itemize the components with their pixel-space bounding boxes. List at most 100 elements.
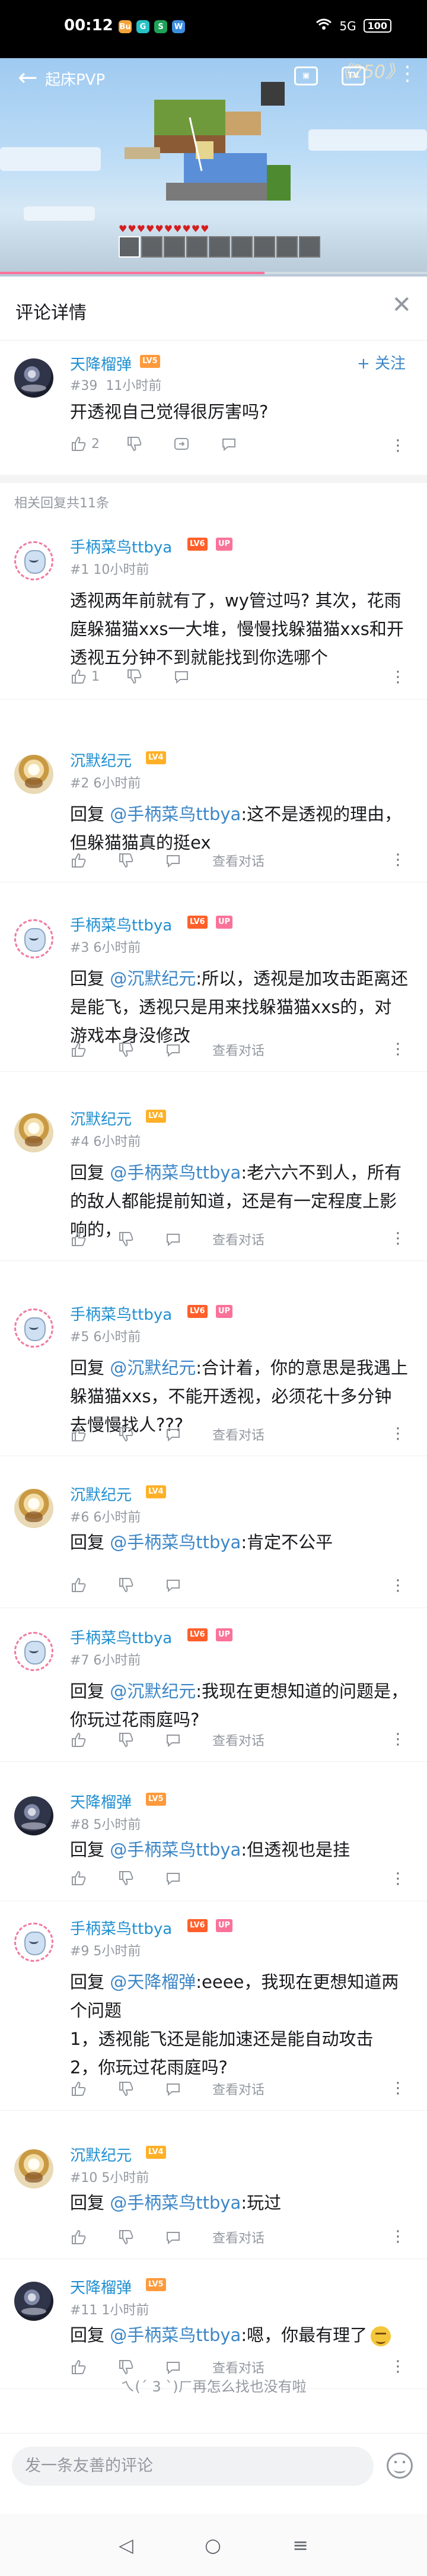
video-player[interactable]: ← 起床PVP 《250》 ▣ TV ⋮ ♥♥♥♥♥♥♥♥♥♥	[0, 58, 427, 277]
like-button[interactable]	[70, 1870, 91, 1886]
reply-button[interactable]	[165, 2229, 186, 2245]
avatar[interactable]	[14, 1113, 53, 1152]
view-conversation-link[interactable]: 查看对话	[212, 2228, 265, 2247]
share-button[interactable]	[173, 436, 195, 452]
dislike-button[interactable]	[117, 2359, 139, 2375]
dislike-button[interactable]	[117, 1426, 139, 1443]
more-options-icon[interactable]: ⋮	[390, 2359, 406, 2374]
video-progress-bar[interactable]	[0, 272, 427, 274]
mention-link[interactable]: @天降榴弹	[110, 1972, 196, 1992]
emoji-icon[interactable]	[387, 2453, 413, 2479]
mention-link[interactable]: @手柄菜鸟ttbya	[110, 1162, 241, 1183]
mention-link[interactable]: @手柄菜鸟ttbya	[110, 2325, 241, 2345]
username[interactable]: 手柄菜鸟ttbya	[70, 1303, 172, 1324]
more-options-icon[interactable]: ⋮	[390, 2081, 406, 2096]
more-options-icon[interactable]: ⋮	[390, 1732, 406, 1747]
view-conversation-link[interactable]: 查看对话	[212, 1425, 265, 1444]
username[interactable]: 天降榴弹	[70, 1790, 132, 1812]
like-button[interactable]	[70, 852, 91, 869]
dislike-button[interactable]	[117, 1041, 139, 1058]
home-nav-icon[interactable]: ○	[205, 2534, 221, 2556]
view-conversation-link[interactable]: 查看对话	[212, 1040, 265, 1059]
reply-button[interactable]	[221, 436, 242, 452]
like-button[interactable]	[70, 1732, 91, 1748]
back-nav-icon[interactable]: ◁	[119, 2534, 133, 2556]
like-button[interactable]	[70, 2081, 91, 2097]
dislike-button[interactable]	[117, 1231, 139, 1247]
avatar[interactable]	[14, 2149, 53, 2189]
like-button[interactable]	[70, 1041, 91, 1058]
username[interactable]: 手柄菜鸟ttbya	[70, 1626, 172, 1648]
more-options-icon[interactable]: ⋮	[390, 1231, 406, 1246]
username[interactable]: 沉默纪元	[70, 1107, 132, 1129]
reply-button[interactable]	[165, 1231, 186, 1247]
mention-link[interactable]: @沉默纪元	[110, 1358, 196, 1378]
tv-cast-icon[interactable]: TV	[342, 66, 365, 85]
reply-button[interactable]	[165, 1732, 186, 1748]
more-options-icon[interactable]: ⋮	[390, 2229, 406, 2244]
like-button[interactable]: 1	[70, 668, 100, 685]
username[interactable]: 手柄菜鸟ttbya	[70, 913, 172, 935]
like-button[interactable]	[70, 1577, 91, 1593]
username[interactable]: 沉默纪元	[70, 749, 132, 771]
comment-input[interactable]: 发一条友善的评论	[12, 2447, 374, 2486]
username[interactable]: 沉默纪元	[70, 1483, 132, 1505]
mention-link[interactable]: @手柄菜鸟ttbya	[110, 804, 241, 824]
reply-button[interactable]	[165, 1577, 186, 1593]
reply-button[interactable]	[165, 1426, 186, 1443]
mention-link[interactable]: @沉默纪元	[110, 968, 196, 989]
view-conversation-link[interactable]: 查看对话	[212, 2079, 265, 2098]
mention-link[interactable]: @手柄菜鸟ttbya	[110, 2193, 241, 2213]
close-icon[interactable]: ✕	[391, 293, 412, 317]
mention-link[interactable]: @手柄菜鸟ttbya	[110, 1840, 241, 1860]
recents-nav-icon[interactable]: ≡	[292, 2534, 308, 2556]
username[interactable]: 手柄菜鸟ttbya	[70, 535, 172, 557]
mention-link[interactable]: @沉默纪元	[110, 1681, 196, 1701]
reply-button[interactable]	[165, 2359, 186, 2375]
reply-button[interactable]	[165, 852, 186, 869]
view-conversation-link[interactable]: 查看对话	[212, 2358, 265, 2377]
dislike-button[interactable]	[117, 2081, 139, 2097]
avatar[interactable]	[14, 541, 53, 580]
username[interactable]: 沉默纪元	[70, 2143, 132, 2165]
like-button[interactable]	[70, 2359, 91, 2375]
more-options-icon[interactable]: ⋮	[390, 1871, 406, 1886]
more-options-icon[interactable]: ⋮	[390, 1426, 406, 1441]
more-options-icon[interactable]: ⋮	[390, 1041, 406, 1057]
dislike-button[interactable]	[126, 436, 147, 452]
reply-button[interactable]	[173, 668, 195, 685]
avatar[interactable]	[14, 2282, 53, 2321]
dislike-button[interactable]	[117, 1870, 139, 1886]
username[interactable]: 天降榴弹	[70, 352, 132, 374]
view-conversation-link[interactable]: 查看对话	[212, 1730, 265, 1749]
dislike-button[interactable]	[117, 1732, 139, 1748]
like-button[interactable]	[70, 1231, 91, 1247]
avatar[interactable]	[14, 1923, 53, 1962]
view-conversation-link[interactable]: 查看对话	[212, 1230, 265, 1249]
more-options-icon[interactable]: ⋮	[390, 1578, 406, 1593]
reply-button[interactable]	[165, 2081, 186, 2097]
dislike-button[interactable]	[117, 1577, 139, 1593]
like-button[interactable]	[70, 1426, 91, 1443]
follow-button[interactable]: + 关注	[357, 351, 406, 373]
username[interactable]: 天降榴弹	[70, 2276, 132, 2298]
avatar[interactable]	[14, 755, 53, 794]
more-options-icon[interactable]: ⋮	[390, 669, 406, 685]
dislike-button[interactable]	[117, 852, 139, 869]
avatar[interactable]	[14, 1632, 53, 1671]
more-options-icon[interactable]: ⋮	[390, 852, 406, 868]
like-button[interactable]: 2	[70, 436, 100, 452]
reply-button[interactable]	[165, 1870, 186, 1886]
avatar[interactable]	[14, 919, 53, 958]
avatar[interactable]	[14, 1489, 53, 1528]
back-arrow-icon[interactable]: ←	[18, 64, 38, 91]
avatar[interactable]	[14, 1308, 53, 1348]
mention-link[interactable]: @手柄菜鸟ttbya	[110, 1532, 241, 1552]
username[interactable]: 手柄菜鸟ttbya	[70, 1917, 172, 1939]
dislike-button[interactable]	[126, 668, 147, 685]
dislike-button[interactable]	[117, 2229, 139, 2245]
pip-icon[interactable]: ▣	[294, 66, 318, 85]
view-conversation-link[interactable]: 查看对话	[212, 851, 265, 870]
avatar[interactable]	[14, 358, 53, 398]
avatar[interactable]	[14, 1796, 53, 1835]
